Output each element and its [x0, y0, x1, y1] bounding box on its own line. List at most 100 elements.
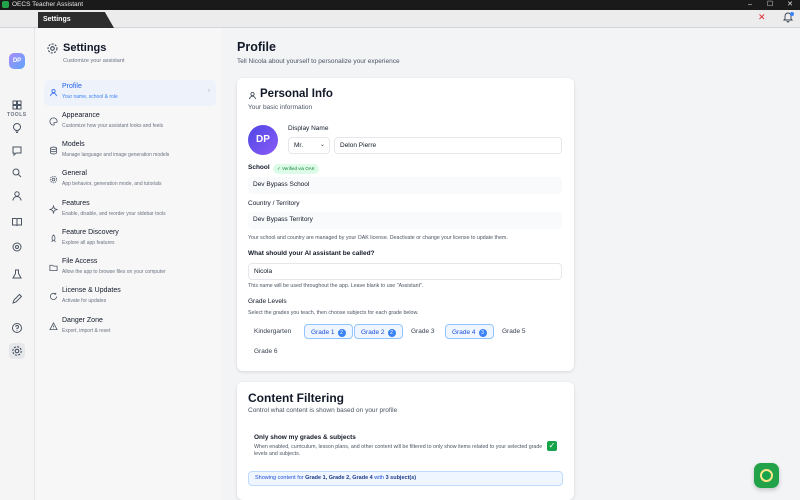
school-field: Dev Bypass School	[248, 177, 562, 194]
settings-item-label: Appearance	[62, 112, 100, 119]
grade-chip-grade-3[interactable]: Grade 3	[405, 324, 441, 339]
grade-levels-label: Grade Levels	[248, 298, 287, 305]
settings-item-label: General	[62, 170, 87, 177]
grade-levels-note: Select the grades you teach, then choose…	[248, 310, 419, 316]
settings-item-label: Features	[62, 200, 90, 207]
subject-count-badge: 3	[478, 329, 487, 337]
assistant-icon	[760, 469, 773, 482]
palette-icon	[49, 117, 58, 126]
assistant-name-input[interactable]: Nicola	[248, 263, 562, 280]
window-title: OECS Teacher Assistant	[12, 1, 84, 8]
country-field: Dev Bypass Territory	[248, 212, 562, 229]
settings-item-features[interactable]: Features Enable, disable, and reorder yo…	[44, 197, 216, 223]
settings-subtitle: Customize your assistant	[63, 58, 125, 64]
subject-count-badge: 2	[337, 329, 346, 337]
settings-item-desc: Activate for updates	[62, 298, 107, 304]
license-note: Your school and country are managed by y…	[248, 235, 508, 241]
settings-item-profile[interactable]: Profile Your name, school & role ›	[44, 80, 216, 106]
grade-chip-label: Grade 5	[502, 328, 526, 335]
section-title: Personal Info	[260, 88, 333, 100]
target-icon[interactable]	[9, 239, 25, 255]
grade-chip-grade-4[interactable]: Grade 43	[445, 324, 494, 339]
pen-icon[interactable]	[9, 291, 25, 307]
rocket-icon	[51, 234, 56, 243]
assistant-name-label: What should your AI assistant be called?	[248, 250, 375, 257]
profile-avatar[interactable]: DP	[248, 125, 278, 155]
person-icon[interactable]	[9, 188, 25, 204]
close-window-button[interactable]: ✕	[780, 0, 800, 10]
notification-dot	[790, 12, 794, 16]
settings-item-desc: Your name, school & role	[62, 94, 118, 100]
settings-item-desc: Allow the app to browse files on your co…	[62, 269, 166, 275]
gear-icon	[47, 43, 58, 54]
chevron-down-icon: ⌄	[319, 142, 325, 148]
school-label: School	[248, 164, 270, 171]
left-rail: DP TOOLS	[0, 28, 35, 500]
settings-item-label: Danger Zone	[62, 317, 103, 324]
settings-item-file-access[interactable]: File Access Allow the app to browse file…	[44, 255, 216, 281]
grade-chip-label: Grade 2	[361, 329, 385, 336]
filter-toggle-label: Only show my grades & subjects	[254, 434, 356, 441]
section-subtitle: Your basic information	[248, 104, 313, 111]
personal-info-card: Personal Info Your basic information DP …	[237, 78, 574, 371]
settings-item-danger-zone[interactable]: Danger Zone Export, import & reset	[44, 314, 216, 340]
filter-summary-grades: Grade 1, Grade 2, Grade 4	[305, 475, 373, 481]
folder-icon	[49, 264, 58, 272]
chat-icon[interactable]	[9, 143, 25, 159]
grade-chip-grade-5[interactable]: Grade 5	[496, 324, 532, 339]
grade-chip-grade-2[interactable]: Grade 22	[354, 324, 403, 339]
avatar[interactable]: DP	[9, 53, 25, 69]
grade-chip-kindergarten[interactable]: Kindergarten	[248, 324, 297, 339]
content-filtering-card: Content Filtering Control what content i…	[237, 382, 574, 500]
settings-item-desc: Customize how your assistant looks and f…	[62, 123, 164, 129]
section-title: Content Filtering	[248, 391, 344, 405]
tab-strip: Settings	[0, 10, 800, 28]
subject-count-badge: 2	[387, 329, 396, 337]
display-name-input[interactable]: Delon Pierre	[334, 137, 562, 154]
tab-label: Settings	[43, 16, 71, 23]
sparkle-icon	[49, 205, 58, 214]
grade-chip-label: Grade 6	[254, 348, 278, 355]
maximize-button[interactable]: ☐	[760, 0, 780, 10]
help-icon[interactable]	[9, 320, 25, 336]
country-label: Country / Territory	[248, 200, 300, 207]
tab-settings[interactable]: Settings	[38, 12, 114, 28]
grade-chip-grade-6[interactable]: Grade 6	[248, 344, 284, 359]
refresh-icon	[49, 292, 58, 300]
book-icon[interactable]	[9, 214, 25, 230]
settings-item-models[interactable]: Models Manage language and image generat…	[44, 138, 216, 164]
settings-item-label: Models	[62, 141, 85, 148]
settings-item-desc: App behavior, generation mode, and tutor…	[62, 181, 162, 187]
settings-item-appearance[interactable]: Appearance Customize how your assistant …	[44, 109, 216, 135]
grid-icon[interactable]	[9, 97, 25, 113]
filter-toggle-desc: When enabled, curriculum, lesson plans, …	[254, 444, 543, 457]
settings-item-feature-discovery[interactable]: Feature Discovery Explore all app featur…	[44, 226, 216, 252]
grade-chip-label: Grade 1	[311, 329, 335, 336]
grade-chip-grade-1[interactable]: Grade 12	[304, 324, 353, 339]
settings-item-desc: Enable, disable, and reorder your sideba…	[62, 211, 166, 217]
page-title: Profile	[237, 40, 276, 54]
display-name-label: Display Name	[288, 125, 329, 132]
flask-icon[interactable]	[9, 266, 25, 282]
minimize-button[interactable]: –	[740, 0, 760, 10]
settings-panel: Settings Customize your assistant Profil…	[36, 28, 222, 500]
search-icon[interactable]	[9, 165, 25, 181]
settings-item-general[interactable]: General App behavior, generation mode, a…	[44, 167, 216, 193]
settings-item-label: License & Updates	[62, 287, 121, 294]
filter-checkbox[interactable]: ✓	[547, 441, 557, 451]
app-logo-icon	[2, 1, 9, 8]
lightbulb-icon[interactable]	[9, 120, 25, 136]
assistant-name-note: This name will be used throughout the ap…	[248, 283, 424, 289]
settings-item-desc: Export, import & reset	[62, 328, 111, 334]
user-icon	[249, 92, 256, 100]
title-select[interactable]: Mr. ⌄	[288, 137, 330, 154]
warning-icon	[49, 322, 58, 331]
filter-summary-with: with	[372, 475, 386, 481]
close-tab-icon[interactable]: ✕	[758, 12, 766, 23]
settings-item-license-updates[interactable]: License & Updates Activate for updates	[44, 284, 216, 310]
assistant-fab-button[interactable]	[754, 463, 779, 488]
settings-icon[interactable]	[9, 343, 25, 359]
database-icon	[50, 146, 57, 155]
settings-item-desc: Manage language and image generation mod…	[62, 152, 170, 158]
filter-summary-count: 3 subject(s)	[385, 475, 417, 481]
